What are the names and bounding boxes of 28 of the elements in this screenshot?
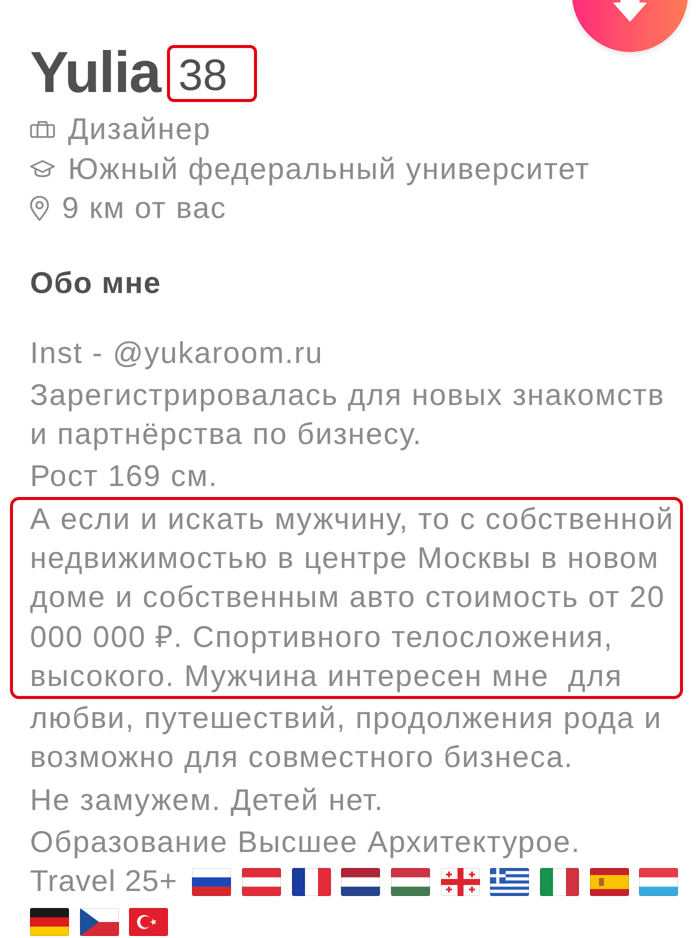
travel-label: Travel 25+ <box>30 864 178 900</box>
hungarian-flag-icon <box>390 868 430 896</box>
bio-paragraph: Рост 169 см. <box>29 459 219 496</box>
bio-paragraph: любви, путешествий, продолжения рода и возможно для совместного бизнеса. <box>29 701 663 776</box>
spanish-flag-icon <box>590 868 629 896</box>
profile-detail-text: Южный федеральный университет <box>68 152 590 188</box>
briefcase-icon <box>30 121 55 138</box>
profile-detail-text: 9 км от вас <box>62 191 227 227</box>
age-label: 38 <box>167 44 258 102</box>
profile-name: Yulia <box>30 41 160 105</box>
german-flag-icon <box>30 908 69 936</box>
italian-flag-icon <box>540 868 579 896</box>
greek-flag-icon <box>490 868 530 896</box>
bio-paragraph: Не замужем. Детей нет. <box>29 782 385 819</box>
russian-flag-icon <box>192 868 232 896</box>
georgian-flag-icon <box>440 868 480 896</box>
profile-detail-text: Дизайнер <box>68 112 212 148</box>
location-pin-icon <box>30 196 49 222</box>
dutch-flag-icon <box>341 868 380 896</box>
bio-paragraph: Inst - @yukaroom.ru <box>29 336 324 372</box>
czech-flag-icon <box>80 908 119 936</box>
luxembourg-flag-icon <box>639 868 678 896</box>
bio-paragraph: Образование Высшее Архитектурое. <box>29 825 582 862</box>
french-flag-icon <box>292 868 331 896</box>
austrian-flag-icon <box>242 868 281 896</box>
bio-paragraph: Зарегистрировалась для новых знакомств и партнёрства по бизнесу. <box>29 378 666 454</box>
graduation-cap-icon <box>30 160 55 178</box>
section-heading: Обо мне <box>30 266 162 302</box>
